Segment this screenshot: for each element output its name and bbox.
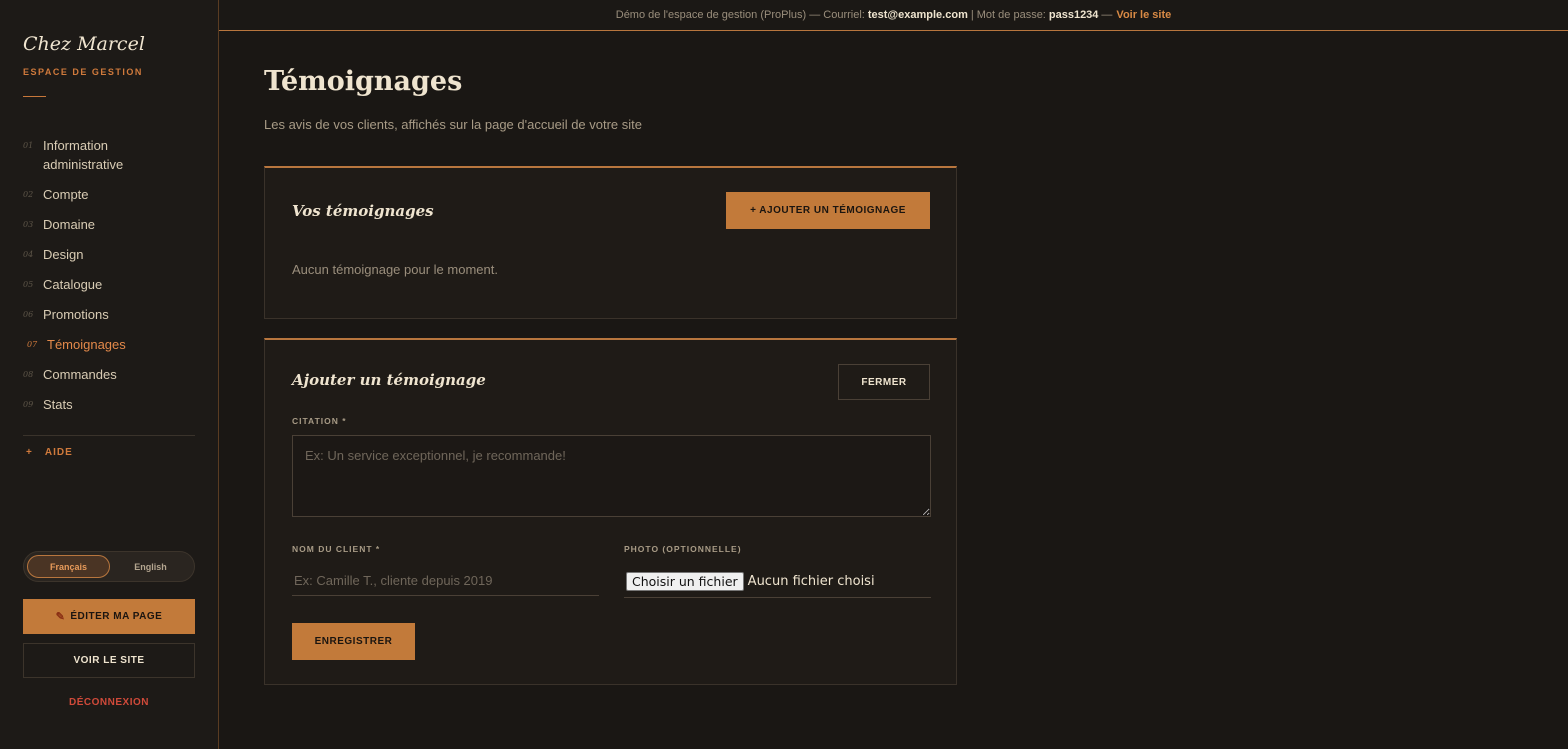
- lang-english-button[interactable]: English: [110, 555, 191, 578]
- brand-subtitle: ESPACE DE GESTION: [23, 67, 143, 77]
- banner-view-site-link[interactable]: Voir le site: [1116, 9, 1171, 21]
- nav-number: 02: [23, 190, 34, 199]
- sidebar-divider: [23, 435, 195, 436]
- sidebar-item-temoignages[interactable]: 07 Témoignages: [23, 335, 195, 354]
- banner-dash: —: [1101, 9, 1113, 21]
- nav-label: Stats: [43, 397, 73, 412]
- nav-number: 01: [23, 141, 34, 150]
- testimonials-list-card: Vos témoignages + AJOUTER UN TÉMOIGNAGE …: [264, 166, 957, 319]
- pencil-icon: ✎: [55, 611, 66, 623]
- sidebar: Chez Marcel ESPACE DE GESTION 01 Informa…: [0, 0, 219, 749]
- file-status: Aucun fichier choisi: [747, 574, 875, 589]
- nav-label: Domaine: [43, 217, 96, 232]
- sidebar-item-design[interactable]: 04 Design: [23, 245, 195, 264]
- help-label: AIDE: [44, 447, 73, 458]
- add-testimonial-button[interactable]: + AJOUTER UN TÉMOIGNAGE: [726, 192, 930, 229]
- nav-number: 05: [23, 280, 34, 289]
- nav-number: 03: [23, 220, 34, 229]
- sidebar-nav: 01 Information administrative 02 Compte …: [23, 136, 195, 425]
- save-button[interactable]: ENREGISTRER: [292, 623, 415, 660]
- empty-state-text: Aucun témoignage pour le moment.: [292, 262, 498, 277]
- demo-banner: Démo de l'espace de gestion (ProPlus) — …: [219, 0, 1568, 31]
- citation-textarea[interactable]: [292, 435, 931, 517]
- banner-password: pass1234: [1048, 9, 1099, 21]
- nav-label: Catalogue: [43, 277, 103, 292]
- citation-label: CITATION *: [292, 416, 347, 426]
- banner-email: test@example.com: [867, 9, 968, 21]
- banner-text: Démo de l'espace de gestion (ProPlus) — …: [615, 9, 865, 21]
- nav-number: 06: [23, 310, 34, 319]
- banner-password-label: | Mot de passe:: [970, 9, 1046, 21]
- sidebar-item-promotions[interactable]: 06 Promotions: [23, 305, 195, 324]
- close-button[interactable]: FERMER: [838, 364, 930, 400]
- nav-label: Information administrative: [43, 138, 124, 172]
- help-link[interactable]: + AIDE: [26, 447, 73, 458]
- photo-label: PHOTO (OPTIONNELLE): [624, 544, 742, 554]
- edit-page-label: ÉDITER MA PAGE: [70, 611, 163, 622]
- photo-file-input: Choisir un fichier Aucun fichier choisi: [624, 566, 931, 598]
- sidebar-item-commandes[interactable]: 08 Commandes: [23, 365, 195, 384]
- language-toggle: Français English: [23, 551, 195, 582]
- form-title: Ajouter un témoignage: [292, 371, 486, 389]
- brand-divider: [23, 96, 46, 97]
- nav-label: Témoignages: [47, 337, 126, 352]
- sidebar-item-information[interactable]: 01 Information administrative: [23, 136, 195, 174]
- add-testimonial-form: Ajouter un témoignage FERMER CITATION * …: [264, 338, 957, 685]
- nav-label: Commandes: [43, 367, 117, 382]
- page-subtitle: Les avis de vos clients, affichés sur la…: [264, 117, 643, 132]
- client-name-input[interactable]: [292, 566, 599, 596]
- nav-number: 07: [27, 340, 38, 349]
- plus-icon: +: [26, 447, 33, 458]
- brand-title: Chez Marcel: [23, 33, 145, 55]
- view-site-button[interactable]: VOIR LE SITE: [23, 643, 195, 678]
- nav-label: Compte: [43, 187, 89, 202]
- page-title: Témoignages: [264, 66, 463, 97]
- nav-number: 04: [23, 250, 34, 259]
- edit-page-button[interactable]: ✎ ÉDITER MA PAGE: [23, 599, 195, 634]
- client-name-label: NOM DU CLIENT *: [292, 544, 381, 554]
- nav-number: 08: [23, 370, 34, 379]
- nav-label: Promotions: [43, 307, 109, 322]
- sidebar-item-catalogue[interactable]: 05 Catalogue: [23, 275, 195, 294]
- nav-number: 09: [23, 400, 34, 409]
- sidebar-item-compte[interactable]: 02 Compte: [23, 185, 195, 204]
- logout-link[interactable]: DÉCONNEXION: [23, 697, 195, 708]
- choose-file-button[interactable]: Choisir un fichier: [626, 572, 744, 591]
- sidebar-item-domaine[interactable]: 03 Domaine: [23, 215, 195, 234]
- nav-label: Design: [43, 247, 84, 262]
- lang-french-button[interactable]: Français: [27, 555, 110, 578]
- sidebar-item-stats[interactable]: 09 Stats: [23, 395, 195, 414]
- card-title: Vos témoignages: [292, 202, 434, 220]
